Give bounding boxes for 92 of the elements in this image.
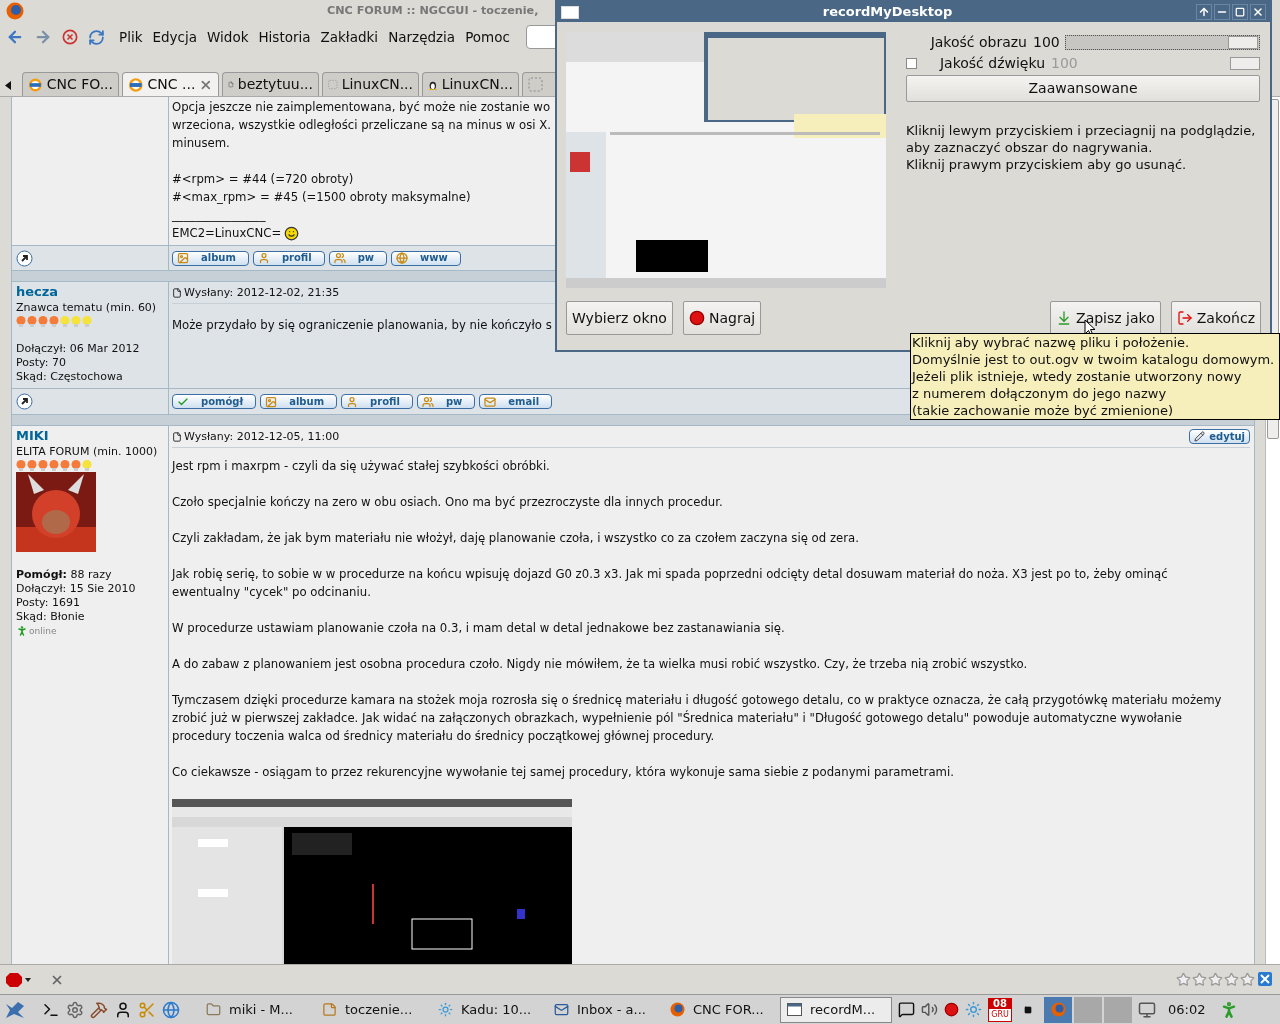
clock: 06:02 (1168, 1000, 1206, 1019)
post-text: Jak robię serię, to sobie w w procedurze na końcu wpisuję dojazd G0 z0.3 x3. Jak mi spada poprzedni odcięty detal dosuwam materiał do noża. X3 jest po to, żeby ominąć ewentualny "cycek" po odcinaniu. (172, 566, 1169, 601)
author-detail: Posty: 70 (16, 356, 67, 370)
instruction-text: aby zaznaczyć obszar do nagrywania. (906, 139, 1154, 156)
task-label: recordM... (810, 1000, 876, 1019)
tooltip-text: Domyślnie jest to out.ogv w twoim katalogu domowym. (912, 351, 1276, 368)
author-rank: Znawca tematu (min. 60) (16, 301, 158, 315)
tab-label: beztytuu... (237, 75, 313, 94)
slider-label: Jakość obrazu (929, 32, 1027, 52)
tab-label: LinuxCN... (441, 75, 513, 94)
post-text: Czyli zakładam, że jak bym materiału nie włożył, daję planowanie czoła, i wszystko co za czołem zaczyna się od zera. (172, 530, 860, 547)
author-detail: Pomógł: 88 razy (16, 568, 113, 582)
post-action-button[interactable]: profil (341, 394, 413, 409)
author-detail: Dołączył: 06 Mar 2012 (16, 342, 141, 356)
taskbar-button[interactable]: recordM... (780, 996, 892, 1023)
task-label: CNC FOR... (693, 1000, 764, 1019)
edit-button[interactable]: edytuj (1189, 429, 1250, 444)
post-action-button[interactable]: email (479, 394, 553, 409)
task-label: toczenie... (345, 1000, 413, 1019)
tooltip-text: Jeżeli plik istnieje, wtedy zostanie utworzony nowy (912, 368, 1243, 385)
post-text: Może przydało by się ograniczenie planowania, by nie kończyło s (172, 317, 552, 334)
window-title: CNC FORUM :: NGCGUI - toczenie, (327, 2, 539, 19)
instruction-text: Kliknij lewym przyciskiem i przeciagnij na podglądzie, (906, 122, 1257, 139)
author-detail: Posty: 1691 (16, 596, 81, 610)
browser-tab[interactable]: LinuxCN... (422, 72, 519, 96)
post-text: W procedurze ustawiam planowanie czoła na 0.3, i mam detal w detal jednakowe bez zastanawiania się. (172, 620, 786, 637)
calendar-icon[interactable]: 08 GRU (988, 997, 1012, 1022)
post-text: Tymczasem dzięki procedurze kamara na stożek moja rozrosła się o średnicę materiału i długość gotowego detalu, co w praktyce oznacza, że całą przygotówkę materiału możemy zrobić już w pierwszej zakładce. Jak widać na załączonych obrazkach, wypełnienie pól "Średnica materiału" i "Długość gotowego detalu" powoduje automatyczne wywołanie procedury toczenia walca od średnicy materiału do średnicy początkowej głównej procedury. (172, 692, 1223, 745)
tab-label: CNC ... (147, 75, 196, 94)
post-text: A do zabaw z planowaniem jest osobna procedura czoło. Nigdy nie mówiłem, że ta wielka musi robić wszystko. Czy, że trzeba nią zrobić wszystko. (172, 656, 1029, 673)
tooltip-text: z numerem dołączonym do jego nazwy (912, 385, 1168, 402)
tooltip-text: (takie zachowanie może być zmienione) (912, 402, 1175, 419)
menu-item[interactable]: Edycja (152, 26, 197, 48)
taskbar-button[interactable]: Kadu: 10... (432, 996, 544, 1023)
task-label: Kadu: 10... (461, 1000, 532, 1019)
post-text: #<rpm> = #44 (=720 obroty) (172, 171, 355, 188)
menu-item[interactable]: Zakładki (320, 26, 379, 48)
post-action-button[interactable]: pw (328, 250, 388, 266)
menu-item[interactable]: Plik (119, 26, 143, 48)
taskbar-button[interactable]: miki - M... (200, 996, 312, 1023)
post-text: Jest rpm i maxrpm - czyli da się używać stałej szybkości obróbki. (172, 458, 551, 475)
advanced-button[interactable]: Zaawansowane (906, 75, 1260, 102)
task-label: miki - M... (229, 1000, 293, 1019)
slider-value: 100 (1033, 32, 1059, 52)
taskbar-button[interactable]: Inbox - a... (548, 996, 660, 1023)
browser-tab[interactable]: CNC FO... (22, 72, 119, 96)
post-text: minusem. (172, 135, 231, 152)
post-text: Co ciekawsze - osiągam to przez rekurencyjne wywołanie tej samej procedury, która wykonuje sama siebie z podanymi parametrami. (172, 764, 955, 781)
slider-value: 100 (1051, 53, 1077, 73)
author-rank: ELITA FORUM (min. 1000) (16, 445, 159, 459)
post-action-button[interactable]: profil (252, 250, 325, 266)
tab-label: LinuxCN... (341, 75, 413, 94)
menu-item[interactable]: Historia (258, 26, 311, 48)
signature: EMC2=LinuxCNC= (172, 225, 282, 242)
post-text: Opcja jeszcze nie zaimplementowana, być może nie zostanie wo (172, 99, 551, 116)
post-action-button[interactable]: album (172, 250, 249, 266)
post-action-button[interactable]: pomógł (172, 394, 257, 409)
post-action-button[interactable]: www (391, 250, 461, 266)
author-name[interactable]: hecza (16, 283, 168, 301)
browser-tab[interactable]: LinuxCN... (322, 72, 419, 96)
author-detail: Skąd: Częstochowa (16, 370, 124, 384)
tooltip-text: Kliknij aby wybrać nazwę pliku i położenie. (912, 334, 1191, 351)
author-name[interactable]: MIKI (16, 427, 168, 445)
online-status: online (29, 625, 57, 638)
checkbox-label: Jakość dźwięku (938, 53, 1045, 73)
dialog-button[interactable]: Zakończ (1170, 301, 1261, 335)
calendar-month: GRU (991, 1009, 1009, 1020)
dialog-title: recordMyDesktop (821, 3, 954, 22)
task-label: Inbox - a... (577, 1000, 646, 1019)
post-action-button[interactable]: album (260, 394, 338, 409)
post-text: #<max_rpm> = #45 (=1500 obroty maksymalne) (172, 189, 472, 206)
post-date: Wysłany: 2012-12-02, 21:35 (184, 284, 340, 301)
signature-rule: ________________ (172, 207, 266, 224)
taskbar-button[interactable]: toczenie... (316, 996, 428, 1023)
post-action-button[interactable]: pw (416, 394, 476, 409)
browser-tab[interactable]: CNC ... (122, 72, 219, 96)
dialog-button[interactable]: Wybierz okno (566, 301, 673, 335)
post-text: Czoło specjalnie kończy na zero w obu osiach. Ono ma być przezroczyste dla innych procedur. (172, 494, 724, 511)
tab-label: CNC FO... (46, 75, 113, 94)
menu-item[interactable]: Narzędzia (388, 26, 456, 48)
author-detail: Dołączył: 15 Sie 2010 (16, 582, 137, 596)
browser-tab[interactable]: beztytuu... (222, 72, 319, 96)
dialog-button[interactable]: Nagraj (682, 301, 762, 335)
instruction-text: Kliknij prawym przyciskiem aby go usunąć. (906, 156, 1188, 173)
taskbar-button[interactable]: CNC FOR... (664, 996, 776, 1023)
post-text: wrzeciona, wszystkie odległości przeliczane są na minus w osi X. (172, 117, 551, 134)
menu-item[interactable]: Widok (207, 26, 249, 48)
menu-item[interactable]: Pomoc (465, 26, 510, 48)
calendar-day: 08 (989, 998, 1011, 1009)
dialog-button[interactable]: Zapisz jako (1050, 301, 1161, 335)
author-detail: Skąd: Błonie (16, 610, 86, 624)
post-date: Wysłany: 2012-12-05, 11:00 (184, 428, 341, 445)
